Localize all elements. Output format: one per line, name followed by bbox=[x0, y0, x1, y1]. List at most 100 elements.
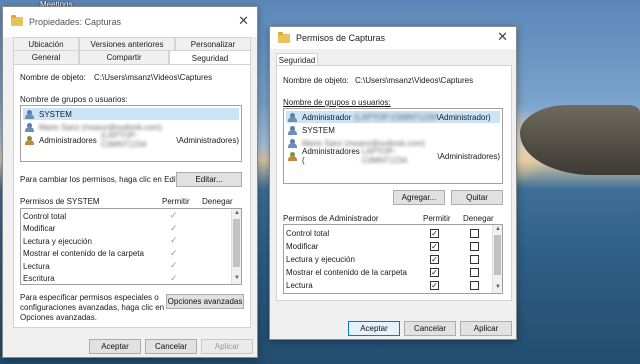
tab-compartir[interactable]: Compartir bbox=[79, 50, 169, 64]
remove-button[interactable]: Quitar bbox=[451, 190, 503, 205]
scroll-thumb[interactable] bbox=[494, 235, 501, 275]
permission-row: Lectura y ejecución bbox=[23, 236, 92, 246]
group-name: Administradores ( bbox=[302, 147, 360, 165]
edit-button[interactable]: Editar... bbox=[176, 172, 242, 187]
scroll-down-icon[interactable]: ▼ bbox=[493, 284, 502, 290]
permission-row: Mostrar el contenido de la carpeta bbox=[286, 267, 407, 277]
permissions-titlebar[interactable]: Permisos de Capturas ✕ bbox=[270, 27, 516, 49]
advanced-options-button[interactable]: Opciones avanzadas bbox=[166, 294, 244, 309]
groups-label: Nombre de grupos o usuarios: bbox=[283, 98, 391, 107]
deny-checkbox[interactable] bbox=[470, 255, 479, 264]
ok-button[interactable]: Aceptar bbox=[89, 339, 141, 354]
tab-ubicacion[interactable]: Ubicación bbox=[13, 37, 79, 51]
perm-header: Permisos de SYSTEM bbox=[20, 197, 100, 206]
user-icon bbox=[288, 125, 298, 135]
user-icon bbox=[25, 109, 35, 119]
scroll-thumb[interactable] bbox=[233, 219, 240, 267]
group-name: Administrador bbox=[302, 112, 352, 122]
remove-button-label: Quitar bbox=[466, 193, 488, 202]
permission-row: Control total bbox=[23, 211, 67, 221]
object-name-value: C:\Users\msanz\Videos\Captures bbox=[355, 76, 474, 85]
cancel-button[interactable]: Cancelar bbox=[145, 339, 197, 354]
check-icon: ✓ bbox=[170, 210, 178, 220]
group-name: SYSTEM bbox=[302, 125, 335, 135]
object-name-value: C:\Users\msanz\Videos\Captures bbox=[94, 73, 213, 82]
perm-allow-header: Permitir bbox=[423, 214, 451, 223]
scroll-up-icon[interactable]: ▲ bbox=[493, 226, 502, 232]
object-name-label: Nombre de objeto: bbox=[283, 76, 349, 85]
apply-button[interactable]: Aplicar bbox=[460, 321, 512, 336]
list-item[interactable]: SYSTEM bbox=[286, 124, 500, 136]
cancel-button[interactable]: Cancelar bbox=[404, 321, 456, 336]
group-host: (LAPTOP-C0MNT1234 bbox=[100, 131, 147, 149]
perm-deny-header: Denegar bbox=[463, 214, 494, 223]
group-name: SYSTEM bbox=[39, 109, 72, 119]
permissions-scrollbar[interactable]: ▲ ▼ bbox=[492, 225, 502, 293]
add-button[interactable]: Agregar... bbox=[393, 190, 445, 205]
ok-button[interactable]: Aceptar bbox=[348, 321, 400, 336]
deny-checkbox[interactable] bbox=[470, 229, 479, 238]
properties-window: Propiedades: Capturas ✕ Ubicación Versio… bbox=[2, 6, 258, 358]
permission-row: Lectura bbox=[23, 261, 50, 271]
edit-hint: Para cambiar los permisos, haga clic en … bbox=[20, 175, 187, 184]
permissions-panel: Nombre de objeto: C:\Users\msanz\Videos\… bbox=[276, 65, 512, 301]
tab-seguridad[interactable]: Seguridad bbox=[169, 50, 251, 65]
allow-checkbox[interactable]: ✓ bbox=[430, 255, 439, 264]
groups-label: Nombre de grupos o usuarios: bbox=[20, 95, 128, 104]
check-icon: ✓ bbox=[170, 235, 178, 245]
permission-row: Mostrar el contenido de la carpeta bbox=[23, 249, 144, 259]
list-item[interactable]: Administradores (LAPTOP-C0MNT1234 \Admin… bbox=[23, 131, 239, 149]
folder-icon bbox=[278, 32, 290, 43]
close-icon[interactable]: ✕ bbox=[497, 30, 508, 43]
folder-icon bbox=[11, 15, 23, 26]
group-suffix: \Administradores) bbox=[176, 135, 239, 145]
permissions-list[interactable]: Control total Modificar Lectura y ejecuc… bbox=[20, 208, 242, 285]
permissions-list[interactable]: Control total Modificar Lectura y ejecuc… bbox=[283, 224, 503, 294]
special-hint-2: configuraciones avanzadas, haga clic en bbox=[20, 303, 165, 312]
tab-versiones-anteriores[interactable]: Versiones anteriores bbox=[79, 37, 175, 51]
groups-label-text: Nombre de grupos o usuarios: bbox=[283, 98, 391, 107]
rock-shape bbox=[520, 105, 640, 175]
allow-checkbox[interactable]: ✓ bbox=[430, 229, 439, 238]
permission-row: Control total bbox=[286, 228, 330, 238]
group-suffix: \Administrador) bbox=[436, 112, 491, 122]
deny-checkbox[interactable] bbox=[470, 281, 479, 290]
check-icon: ✓ bbox=[170, 247, 178, 258]
groups-list[interactable]: Administrador (LAPTOP-C0MNT1234 \Adminis… bbox=[283, 108, 503, 184]
tab-personalizar[interactable]: Personalizar bbox=[175, 37, 251, 51]
deny-checkbox[interactable] bbox=[470, 242, 479, 251]
scroll-down-icon[interactable]: ▼ bbox=[232, 275, 241, 281]
perm-deny-header: Denegar bbox=[202, 197, 233, 206]
group-icon bbox=[25, 135, 35, 145]
group-suffix: \Administradores) bbox=[437, 151, 500, 161]
properties-titlebar[interactable]: Propiedades: Capturas ✕ bbox=[3, 7, 257, 37]
allow-checkbox[interactable]: ✓ bbox=[430, 242, 439, 251]
check-icon: ✓ bbox=[170, 222, 178, 233]
permissions-scrollbar[interactable]: ▲ ▼ bbox=[231, 209, 241, 284]
permission-row: Lectura bbox=[286, 280, 313, 290]
group-host: (LAPTOP-C0MNT1234 bbox=[354, 112, 437, 122]
allow-checkbox[interactable]: ✓ bbox=[430, 268, 439, 277]
list-item[interactable]: Administradores ( LAPTOP-C0MNT1234 \Admi… bbox=[286, 147, 500, 165]
perm-header: Permisos de Administrador bbox=[283, 214, 379, 223]
properties-title: Propiedades: Capturas bbox=[29, 17, 122, 27]
scroll-up-icon[interactable]: ▲ bbox=[232, 210, 241, 216]
list-item[interactable]: Administrador (LAPTOP-C0MNT1234 \Adminis… bbox=[286, 111, 500, 123]
user-icon bbox=[288, 138, 298, 148]
groups-list[interactable]: SYSTEM Mario Sanz (msanz@outlook.com) Ad… bbox=[20, 105, 242, 162]
permission-row: Escritura bbox=[23, 274, 55, 284]
close-icon[interactable]: ✕ bbox=[238, 14, 249, 27]
tab-general[interactable]: General bbox=[13, 50, 79, 64]
check-icon: ✓ bbox=[170, 272, 178, 283]
user-icon bbox=[25, 122, 35, 132]
group-icon bbox=[288, 151, 298, 161]
permission-row: Modificar bbox=[286, 241, 319, 251]
deny-checkbox[interactable] bbox=[470, 268, 479, 277]
list-item[interactable]: SYSTEM bbox=[23, 108, 239, 120]
special-hint-3: Opciones avanzadas. bbox=[20, 313, 97, 322]
permissions-window: Permisos de Capturas ✕ Seguridad Nombre … bbox=[269, 26, 517, 340]
object-name-label: Nombre de objeto: bbox=[20, 73, 86, 82]
permission-row: Lectura y ejecución bbox=[286, 254, 355, 264]
apply-button[interactable]: Aplicar bbox=[201, 339, 253, 354]
allow-checkbox[interactable]: ✓ bbox=[430, 281, 439, 290]
